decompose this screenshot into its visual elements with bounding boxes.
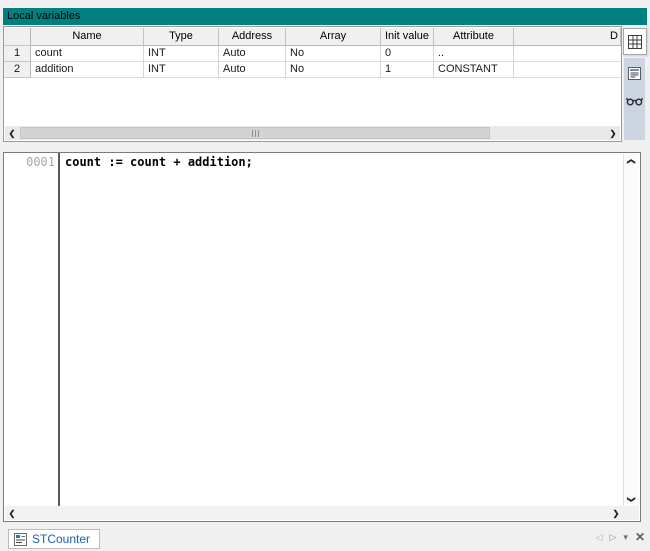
table-row: 1 count INT Auto No 0 .. — [4, 46, 621, 62]
editor-vertical-scrollbar[interactable]: ❮ ❯ — [623, 154, 639, 506]
init-value-cell[interactable]: 1 — [381, 62, 434, 78]
st-editor-panel: 0001 count := count + addition; ❮ ❯ ❮ ❯ — [3, 152, 641, 522]
init-value-cell[interactable]: 0 — [381, 46, 434, 62]
header-name[interactable]: Name — [31, 28, 144, 46]
tab-close-icon[interactable]: ✕ — [635, 530, 645, 544]
attribute-cell[interactable]: .. — [434, 46, 514, 62]
code-editor[interactable]: 0001 count := count + addition; — [4, 153, 623, 506]
panel-title: Local variables — [3, 8, 647, 25]
attribute-cell[interactable]: CONSTANT — [434, 62, 514, 78]
array-cell[interactable]: No — [286, 46, 381, 62]
line-number-gutter: 0001 — [4, 153, 60, 506]
document-tab-bar: STCounter ◁ ▷ ▾ ✕ — [0, 527, 650, 551]
scroll-right-button[interactable]: ❯ — [606, 126, 620, 140]
address-cell[interactable]: Auto — [219, 62, 286, 78]
variable-table-grid-button[interactable] — [623, 28, 647, 55]
tab-scroll-forward-icon[interactable]: ▷ — [609, 532, 616, 543]
scrollbar-thumb[interactable] — [20, 127, 490, 139]
tab-list-dropdown-icon[interactable]: ▾ — [623, 532, 628, 543]
header-array[interactable]: Array — [286, 28, 381, 46]
header-row-number — [4, 28, 31, 46]
table-grid-icon — [627, 34, 643, 50]
editor-horizontal-scrollbar[interactable]: ❮ ❯ — [5, 506, 623, 520]
st-program-icon — [14, 533, 27, 546]
scroll-up-button[interactable]: ❮ — [624, 154, 638, 168]
address-cell[interactable]: Auto — [219, 46, 286, 62]
tab-navigation: ◁ ▷ ▾ ✕ — [596, 530, 645, 544]
array-cell[interactable]: No — [286, 62, 381, 78]
code-area[interactable]: count := count + addition; — [62, 153, 623, 506]
watch-view-button[interactable] — [626, 92, 644, 110]
scroll-down-button[interactable]: ❯ — [624, 492, 638, 506]
table-horizontal-scrollbar[interactable]: ❮ ❯ — [5, 126, 620, 140]
tab-scroll-back-icon[interactable]: ◁ — [596, 532, 603, 543]
table-header-row: Name Type Address Array Init value Attri… — [4, 28, 621, 46]
glasses-icon — [626, 95, 643, 107]
scroll-right-button[interactable]: ❯ — [609, 506, 623, 520]
row-number-cell[interactable]: 2 — [4, 62, 31, 78]
scrollbar-corner — [623, 506, 639, 520]
side-toolbar — [623, 28, 647, 140]
scrollbar-grip — [252, 130, 259, 137]
header-type[interactable]: Type — [144, 28, 219, 46]
line-number: 0001 — [4, 153, 58, 170]
clipped-cell[interactable] — [514, 46, 621, 62]
header-address[interactable]: Address — [219, 28, 286, 46]
row-number-cell[interactable]: 1 — [4, 46, 31, 62]
name-cell[interactable]: addition — [31, 62, 144, 78]
scroll-left-button[interactable]: ❮ — [5, 506, 19, 520]
type-cell[interactable]: INT — [144, 62, 219, 78]
header-init-value[interactable]: Init value — [381, 28, 434, 46]
tab-label: STCounter — [32, 532, 90, 546]
header-clipped[interactable]: D — [514, 28, 621, 46]
clipped-cell[interactable] — [514, 62, 621, 78]
side-toolbar-strip — [624, 58, 645, 140]
variables-table: Name Type Address Array Init value Attri… — [4, 28, 621, 78]
type-cell[interactable]: INT — [144, 46, 219, 62]
local-variables-panel: Name Type Address Array Init value Attri… — [3, 26, 622, 142]
code-line[interactable]: count := count + addition; — [62, 153, 623, 170]
scroll-left-button[interactable]: ❮ — [5, 126, 19, 140]
header-attribute[interactable]: Attribute — [434, 28, 514, 46]
report-view-button[interactable] — [626, 64, 644, 82]
tab-stcounter[interactable]: STCounter — [8, 529, 100, 549]
name-cell[interactable]: count — [31, 46, 144, 62]
table-row: 2 addition INT Auto No 1 CONSTANT — [4, 62, 621, 78]
report-icon — [627, 66, 642, 81]
